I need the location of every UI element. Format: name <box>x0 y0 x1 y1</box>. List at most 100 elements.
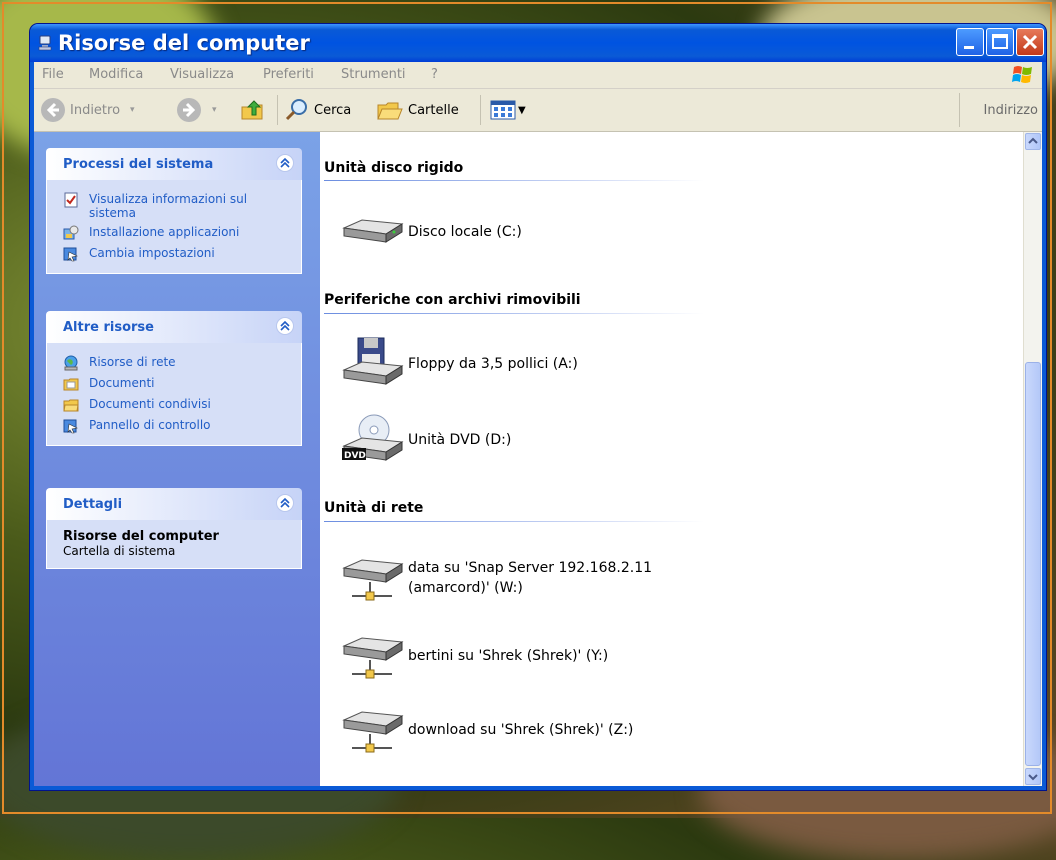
group-header-hard-disks: Unità disco rigido <box>324 160 464 176</box>
forward-dropdown-icon[interactable]: ▾ <box>212 105 217 115</box>
network-drive-icon <box>342 637 404 679</box>
system-tasks-body: Visualizza informazioni sul sistema Inst… <box>46 180 302 274</box>
svg-text:DVD: DVD <box>344 451 366 461</box>
views-dropdown-icon[interactable]: ▼ <box>518 105 526 116</box>
views-icon <box>490 100 516 120</box>
shared-documents-link[interactable]: Documenti condivisi <box>47 395 301 416</box>
system-info-link[interactable]: Visualizza informazioni sul sistema <box>47 190 301 223</box>
address-bar-grip[interactable] <box>959 93 962 127</box>
drive-item-w[interactable]: data su 'Snap Server 192.168.2.11 (amarc… <box>340 550 652 606</box>
group-divider <box>324 313 704 314</box>
my-computer-icon <box>38 35 52 51</box>
system-info-icon <box>64 192 78 208</box>
details-header[interactable]: Dettagli <box>46 488 302 520</box>
folders-button[interactable]: Cartelle <box>376 97 459 123</box>
system-info-label: Visualizza informazioni sul sistema <box>89 192 248 220</box>
minimize-button[interactable] <box>956 28 984 56</box>
menu-modifica[interactable]: Modifica <box>89 67 143 82</box>
back-button[interactable]: Indietro ▾ <box>40 97 135 123</box>
network-places-icon <box>64 355 78 371</box>
group-divider <box>324 521 704 522</box>
title-bar[interactable]: Risorse del computer <box>30 24 1046 62</box>
documents-link[interactable]: Documenti <box>47 374 301 395</box>
add-remove-programs-link[interactable]: Installazione applicazioni <box>47 223 301 244</box>
add-remove-programs-icon <box>63 225 79 240</box>
vertical-scrollbar[interactable] <box>1023 132 1042 786</box>
add-remove-programs-label: Installazione applicazioni <box>89 225 240 239</box>
system-tasks-panel: Processi del sistema Visualizza informaz… <box>46 148 302 274</box>
menu-help[interactable]: ? <box>431 67 438 82</box>
content-area: Processi del sistema Visualizza informaz… <box>34 132 1042 786</box>
details-panel: Dettagli Risorse del computer Cartella d… <box>46 488 302 569</box>
shared-folder-icon <box>63 399 79 412</box>
menu-file[interactable]: File <box>42 67 64 82</box>
menu-visualizza[interactable]: Visualizza <box>170 67 234 82</box>
window-title: Risorse del computer <box>58 31 310 55</box>
drive-item-y[interactable]: bertini su 'Shrek (Shrek)' (Y:) <box>340 628 608 684</box>
window-client-area: File Modifica Visualizza Preferiti Strum… <box>34 62 1042 786</box>
control-panel-icon <box>63 247 78 262</box>
minimize-icon <box>964 46 974 49</box>
drive-label-w-line2: (amarcord)' (W:) <box>408 580 523 596</box>
collapse-chevron-icon[interactable] <box>276 494 294 512</box>
toolbar-separator <box>277 95 278 125</box>
menu-bar: File Modifica Visualizza Preferiti Strum… <box>34 62 1042 89</box>
forward-arrow-icon <box>177 98 201 122</box>
drive-label-z: download su 'Shrek (Shrek)' (Z:) <box>408 722 634 738</box>
maximize-icon <box>992 34 1008 49</box>
scroll-down-button[interactable] <box>1025 768 1041 785</box>
drive-label-w-line1: data su 'Snap Server 192.168.2.11 <box>408 560 653 576</box>
control-panel-link[interactable]: Pannello di controllo <box>47 416 301 437</box>
drive-label-c: Disco locale (C:) <box>408 224 522 240</box>
close-icon <box>1022 34 1038 50</box>
menu-strumenti[interactable]: Strumenti <box>341 67 406 82</box>
control-panel-icon <box>63 419 78 434</box>
drive-label-w: data su 'Snap Server 192.168.2.11 (amarc… <box>408 558 652 598</box>
close-button[interactable] <box>1016 28 1044 56</box>
control-panel-label: Pannello di controllo <box>89 418 211 432</box>
documents-folder-icon <box>63 378 79 391</box>
system-tasks-header[interactable]: Processi del sistema <box>46 148 302 180</box>
drive-label-d: Unità DVD (D:) <box>408 432 512 448</box>
drive-item-a[interactable]: Floppy da 3,5 pollici (A:) <box>340 336 578 392</box>
up-folder-button[interactable] <box>240 97 266 123</box>
group-header-network: Unità di rete <box>324 500 424 516</box>
dvd-drive-icon: DVD <box>342 414 404 461</box>
search-button[interactable]: Cerca <box>284 97 351 123</box>
address-label: Indirizzo <box>983 103 1039 118</box>
drive-item-c[interactable]: Disco locale (C:) <box>340 204 522 260</box>
back-dropdown-icon[interactable]: ▾ <box>130 105 135 115</box>
scroll-thumb[interactable] <box>1025 362 1041 766</box>
network-places-link[interactable]: Risorse di rete <box>47 353 301 374</box>
change-settings-link[interactable]: Cambia impostazioni <box>47 244 301 265</box>
group-divider <box>324 180 704 181</box>
folders-label: Cartelle <box>408 102 459 118</box>
drive-item-d[interactable]: DVD Unità DVD (D:) <box>340 412 511 468</box>
menu-preferiti[interactable]: Preferiti <box>263 67 314 82</box>
folders-icon <box>377 102 403 120</box>
windows-logo-icon <box>1012 66 1032 83</box>
collapse-chevron-icon[interactable] <box>276 317 294 335</box>
group-header-removable: Periferiche con archivi rimovibili <box>324 292 581 308</box>
other-places-panel: Altre risorse Risorse di rete Documenti <box>46 311 302 446</box>
toolbar: Indietro ▾ ▾ Cerca Cartelle ▼ Indirizzo <box>34 89 1042 132</box>
back-label: Indietro <box>70 102 121 118</box>
change-settings-label: Cambia impostazioni <box>89 246 215 260</box>
drive-item-z[interactable]: download su 'Shrek (Shrek)' (Z:) <box>340 702 633 758</box>
scroll-up-button[interactable] <box>1025 133 1041 150</box>
back-arrow-icon <box>41 98 65 122</box>
forward-button[interactable]: ▾ <box>176 97 217 123</box>
search-label: Cerca <box>314 102 352 118</box>
search-icon <box>285 99 307 121</box>
shared-documents-label: Documenti condivisi <box>89 397 211 411</box>
maximize-button[interactable] <box>986 28 1014 56</box>
details-title: Dettagli <box>63 497 123 512</box>
other-places-header[interactable]: Altre risorse <box>46 311 302 343</box>
collapse-chevron-icon[interactable] <box>276 154 294 172</box>
views-button[interactable]: ▼ <box>490 97 526 123</box>
network-drive-icon <box>342 559 404 601</box>
floppy-drive-icon <box>342 337 404 385</box>
details-name: Risorse del computer <box>63 529 219 544</box>
drive-label-a: Floppy da 3,5 pollici (A:) <box>408 356 578 372</box>
chevron-down-icon <box>1028 774 1038 781</box>
